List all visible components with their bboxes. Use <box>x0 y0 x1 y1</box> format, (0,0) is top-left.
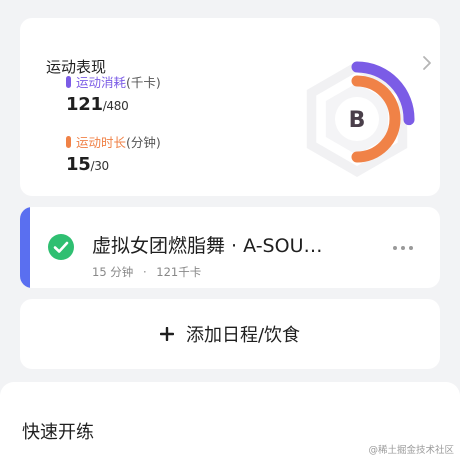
watermark: @稀土掘金技术社区 <box>368 445 454 456</box>
workout-meta: 15 分钟 · 121千卡 <box>92 264 201 280</box>
workout-card[interactable]: 虚拟女团燃脂舞 · A-SOU… 15 分钟 · 121千卡 <box>20 207 440 288</box>
duration-unit: (分钟) <box>126 135 161 150</box>
calories-value-row: 121/480 <box>66 94 129 115</box>
duration-label-text: 运动时长 <box>76 135 127 150</box>
quick-start-panel: 快速开练 @稀土掘金技术社区 <box>0 382 460 460</box>
calories-label: 运动消耗 (千卡) <box>66 72 161 91</box>
add-schedule-content: 添加日程/饮食 <box>159 321 301 347</box>
quick-start-title: 快速开练 <box>22 422 94 443</box>
performance-ring: B <box>306 61 415 177</box>
more-options-icon[interactable] <box>392 244 414 252</box>
workout-calories: 121千卡 <box>156 265 202 279</box>
calories-value: 121 <box>66 94 103 115</box>
calories-goal: /480 <box>102 99 129 113</box>
duration-value: 15 <box>66 154 91 175</box>
duration-goal: /30 <box>90 159 109 173</box>
calories-unit: (千卡) <box>126 75 161 90</box>
grade-badge: B <box>349 108 366 133</box>
workout-duration: 15 分钟 <box>92 265 134 279</box>
duration-label: 运动时长 (分钟) <box>66 132 161 151</box>
workout-meta-separator: · <box>142 265 147 279</box>
add-schedule-label: 添加日程/饮食 <box>185 325 301 346</box>
add-schedule-button[interactable]: 添加日程/饮食 <box>20 299 440 369</box>
plus-icon <box>159 327 174 341</box>
workout-title[interactable]: 虚拟女团燃脂舞 · A-SOU… <box>92 231 322 258</box>
check-circle-icon <box>48 234 74 260</box>
chevron-right-icon[interactable] <box>420 54 434 72</box>
duration-value-row: 15/30 <box>66 154 109 175</box>
workout-accent-bar <box>20 207 30 288</box>
calories-dot <box>66 75 71 88</box>
duration-dot <box>66 135 71 148</box>
calories-label-text: 运动消耗 <box>76 75 127 90</box>
